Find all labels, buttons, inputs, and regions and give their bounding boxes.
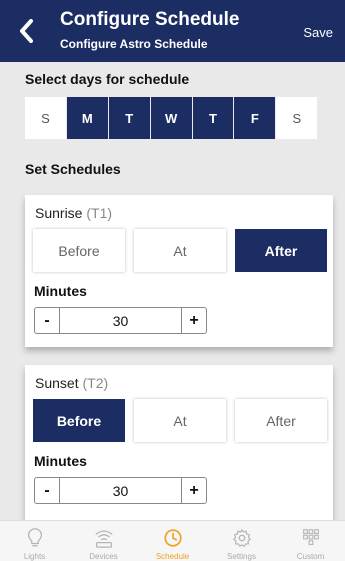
tab-bar: Lights Devices Schedule Settings Custom [0,520,345,561]
days-section-label: Select days for schedule [25,71,190,87]
bulb-icon [27,528,42,547]
clock-icon [163,529,182,547]
sunrise-card: Sunrise (T1) Before At After Minutes - 3… [25,195,333,347]
sunset-plus-button[interactable]: + [181,478,206,503]
grid-icon [302,529,319,545]
tab-schedule-label: Schedule [155,552,190,561]
sunrise-offset-selector: Before At After [33,229,327,272]
tab-devices-label: Devices [89,552,118,561]
page-subtitle: Configure Astro Schedule [60,37,208,51]
sunrise-before-button[interactable]: Before [33,229,125,272]
sunset-after-button[interactable]: After [235,399,327,442]
day-wednesday[interactable]: W [150,97,192,139]
sunset-minutes-stepper: - 30 + [34,477,207,504]
day-tuesday[interactable]: T [108,97,150,139]
sunset-minutes-input[interactable]: 30 [60,478,181,503]
sunrise-minus-button[interactable]: - [35,308,60,333]
tab-settings-label: Settings [227,552,256,561]
chevron-left-icon [20,19,33,43]
page-title: Configure Schedule [60,9,240,30]
back-button[interactable] [14,16,38,46]
header-bar: Configure Schedule Configure Astro Sched… [0,0,345,62]
gear-icon [232,529,251,547]
sunrise-minutes-input[interactable]: 30 [60,308,181,333]
sunset-title-text: Sunset [35,375,79,391]
day-thursday[interactable]: T [192,97,234,139]
sunset-offset-selector: Before At After [33,399,327,442]
day-selector: S M T W T F S [25,97,318,139]
schedules-section-label: Set Schedules [25,161,121,177]
day-monday[interactable]: M [66,97,108,139]
sunset-minutes-label: Minutes [34,453,87,469]
sunrise-tag: (T1) [86,205,113,221]
tab-lights-label: Lights [23,552,46,561]
tab-schedule[interactable]: Schedule [143,521,203,561]
save-button[interactable]: Save [303,25,333,40]
sunrise-plus-button[interactable]: + [181,308,206,333]
day-sunday[interactable]: S [25,97,66,139]
sunrise-minutes-label: Minutes [34,283,87,299]
sunrise-after-button[interactable]: After [235,229,327,272]
sunset-before-button[interactable]: Before [33,399,125,442]
tab-custom[interactable]: Custom [281,521,341,561]
wifi-device-icon [94,530,113,548]
sunset-card: Sunset (T2) Before At After Minutes - 30… [25,365,333,523]
tab-custom-label: Custom [296,552,325,561]
tab-devices[interactable]: Devices [74,521,134,561]
tab-settings[interactable]: Settings [212,521,272,561]
sunset-at-button[interactable]: At [134,399,226,442]
sunrise-title-text: Sunrise [35,205,83,221]
sunrise-title: Sunrise (T1) [35,205,112,221]
sunrise-at-button[interactable]: At [134,229,226,272]
sunset-title: Sunset (T2) [35,375,108,391]
day-friday[interactable]: F [234,97,276,139]
tab-lights[interactable]: Lights [5,521,65,561]
day-saturday[interactable]: S [276,97,318,139]
sunset-minus-button[interactable]: - [35,478,60,503]
sunrise-minutes-stepper: - 30 + [34,307,207,334]
sunset-tag: (T2) [82,375,109,391]
